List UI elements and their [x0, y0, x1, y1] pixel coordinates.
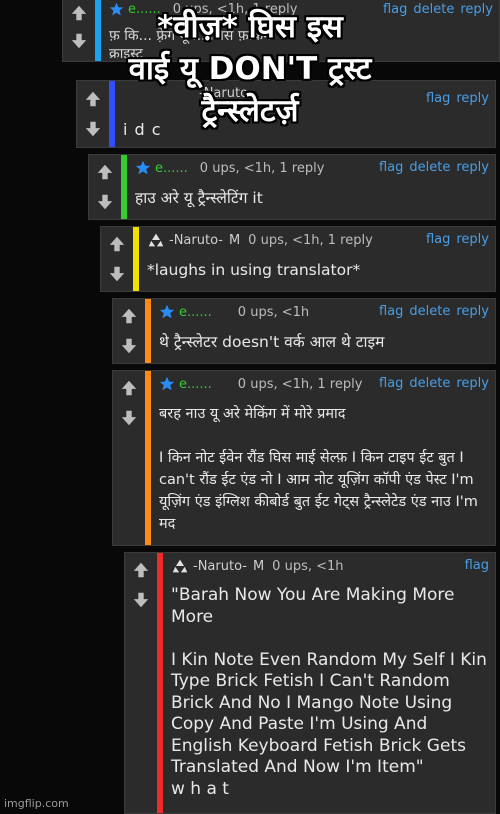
flag-link[interactable]: flag: [379, 304, 403, 319]
delete-link[interactable]: delete: [409, 376, 450, 391]
caption-line-3: ट्रैन्स्लेटर्ज़: [201, 93, 299, 129]
mod-badge: M: [228, 232, 241, 248]
downvote-button[interactable]: [129, 588, 153, 612]
meme-caption: *वीज़* घिस इस वाई यू DON'T ट्रस्ट ट्रैन्…: [0, 8, 500, 130]
comment-stats: 0 ups, <1h, 1 reply: [199, 160, 325, 176]
arrow-down-icon: [109, 266, 125, 282]
reply-link[interactable]: reply: [456, 304, 489, 319]
comment-text: *laughs in using translator*: [147, 261, 361, 279]
arrow-up-icon: [121, 380, 137, 396]
thread-bar: [121, 155, 127, 219]
comment-4: e...... 0 ups, <1h flag delete reply थे ट्र…: [112, 298, 496, 364]
arrow-up-icon: [133, 562, 149, 578]
reply-link[interactable]: reply: [456, 376, 489, 391]
arrow-down-icon: [121, 338, 137, 354]
flag-link[interactable]: flag: [465, 558, 489, 573]
comment-stats: 0 ups, <1h, 1 reply: [237, 376, 363, 392]
downvote-button[interactable]: [117, 406, 141, 430]
delete-link[interactable]: delete: [409, 304, 450, 319]
comment-actions: flag delete reply: [373, 376, 489, 391]
upvote-button[interactable]: [117, 376, 141, 400]
star-icon: [159, 304, 175, 319]
comment-2: e...... 0 ups, <1h, 1 reply flag delete rep…: [88, 154, 496, 220]
vote-controls: [125, 553, 157, 813]
comment-6: -Naruto- M 0 ups, <1h flag "Barah Now You …: [124, 552, 496, 814]
upvote-button[interactable]: [117, 304, 141, 328]
username[interactable]: e......: [179, 305, 212, 320]
arrow-up-icon: [121, 308, 137, 324]
naruto-avatar-icon: [172, 559, 188, 573]
star-icon: [135, 160, 151, 175]
comment-text: थे ट्रैन्स्लेटर doesn't वर्क आल थे टाइम: [159, 333, 385, 351]
arrow-down-icon: [121, 410, 137, 426]
watermark: imgflip.com: [4, 797, 69, 810]
mod-badge: M: [252, 558, 265, 574]
downvote-button[interactable]: [117, 334, 141, 358]
delete-link[interactable]: delete: [409, 160, 450, 175]
comment-actions: flag delete reply: [373, 304, 489, 319]
comment-text: "Barah Now You Are Making More More I Ki…: [171, 585, 487, 799]
comment-3: -Naruto- M 0 ups, <1h, 1 reply flag reply *…: [100, 226, 496, 292]
flag-link[interactable]: flag: [379, 376, 403, 391]
caption-line-1: *वीज़* घिस इस: [157, 9, 343, 45]
comment-actions: flag reply: [420, 232, 489, 247]
arrow-down-icon: [133, 592, 149, 608]
comment-actions: flag: [459, 558, 489, 573]
reply-link[interactable]: reply: [456, 232, 489, 247]
comment-actions: flag delete reply: [373, 160, 489, 175]
reply-link[interactable]: reply: [456, 160, 489, 175]
comment-5: e...... 0 ups, <1h, 1 reply flag delete rep…: [112, 370, 496, 546]
upvote-button[interactable]: [129, 558, 153, 582]
flag-link[interactable]: flag: [426, 232, 450, 247]
downvote-button[interactable]: [93, 190, 117, 214]
comment-meta: -Naruto- M 0 ups, <1h: [171, 558, 489, 578]
vote-controls: [101, 227, 133, 291]
thread-bar: [145, 299, 151, 363]
comment-text: बरह नाउ यू अरे मेकिंग में मोरे प्रमाद I …: [159, 406, 478, 532]
username[interactable]: -Naruto-: [193, 559, 247, 574]
comment-text: हाउ अरे यू ट्रैन्स्लेटिंग it: [135, 189, 263, 207]
username[interactable]: e......: [179, 377, 212, 392]
arrow-up-icon: [97, 164, 113, 180]
vote-controls: [113, 299, 145, 363]
username[interactable]: -Naruto-: [169, 233, 223, 248]
upvote-button[interactable]: [105, 232, 129, 256]
comment-stats: 0 ups, <1h, 1 reply: [248, 232, 373, 248]
upvote-button[interactable]: [93, 160, 117, 184]
caption-line-2: वाई यू DON'T ट्रस्ट: [128, 51, 372, 87]
downvote-button[interactable]: [105, 262, 129, 286]
star-icon: [159, 376, 175, 391]
thread-bar: [157, 553, 163, 813]
thread-bar: [145, 371, 151, 545]
arrow-up-icon: [109, 236, 125, 252]
comment-stats: 0 ups, <1h: [272, 558, 344, 574]
username[interactable]: e......: [155, 161, 188, 176]
vote-controls: [89, 155, 121, 219]
vote-controls: [113, 371, 145, 545]
arrow-down-icon: [97, 194, 113, 210]
naruto-avatar-icon: [148, 233, 164, 247]
flag-link[interactable]: flag: [379, 160, 403, 175]
thread-bar: [133, 227, 139, 291]
comment-stats: 0 ups, <1h: [237, 304, 310, 320]
